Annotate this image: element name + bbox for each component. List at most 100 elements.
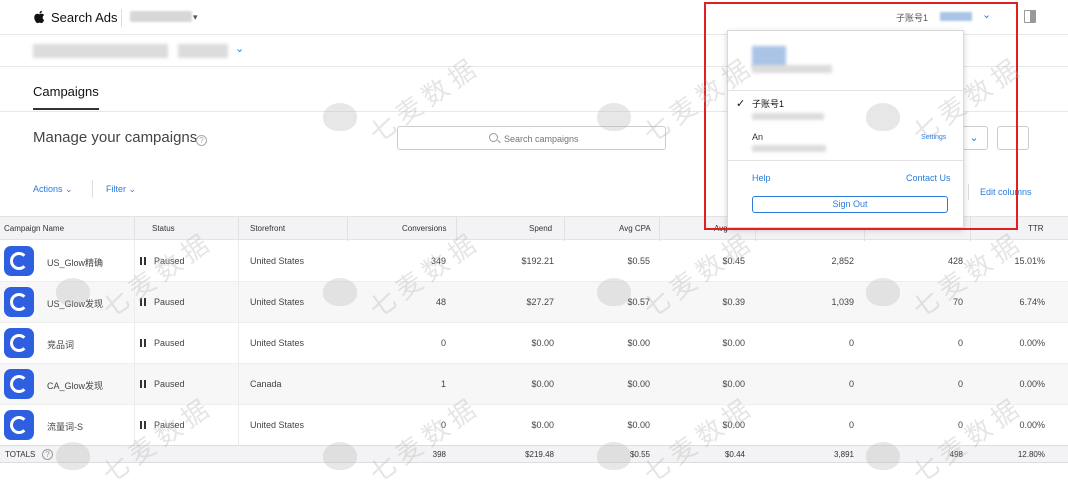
col-conversions[interactable]: Conversions [402,224,446,233]
campaign-storefront: Canada [250,379,282,389]
brand-divider [121,9,122,27]
campaign-storefront: United States [250,297,305,307]
panel-layout-icon[interactable] [1024,10,1036,23]
totals-taps: 498 [949,450,963,459]
col-campaign-name[interactable]: Campaign Name [4,224,64,233]
search-input[interactable] [504,131,654,146]
campaign-conversions: 48 [435,297,446,307]
row-divider [238,323,239,364]
row-divider [134,323,135,364]
campaign-storefront: United States [250,420,305,430]
campaign-name[interactable]: US_Glow精确 [47,256,103,269]
apple-logo-icon [34,10,45,24]
app-icon [4,369,34,399]
column-divider [456,217,457,241]
campaign-storefront: United States [250,338,305,348]
actions-menu[interactable]: Actions ⌄ [33,184,73,195]
campaign-spend: $192.21 [521,256,554,266]
pause-icon[interactable] [140,298,148,306]
totals-help-icon[interactable]: ? [42,449,53,460]
row-divider [134,364,135,405]
campaign-avg-cpa: $0.00 [627,379,650,389]
highlight-box [704,2,1018,230]
campaign-taps: 0 [957,338,963,348]
totals-impressions: 3,891 [833,450,854,459]
col-avg-cpa[interactable]: Avg CPA [619,224,651,233]
org-selector-redacted[interactable] [130,11,192,22]
campaign-taps: 428 [947,256,963,266]
campaign-impressions: 2,852 [831,256,854,266]
app-detail-redacted[interactable] [178,44,228,58]
column-divider [238,217,239,241]
campaign-impressions: 0 [848,379,854,389]
col-storefront[interactable]: Storefront [250,224,285,233]
row-divider [238,405,239,446]
table-row[interactable]: US_Glow精确 Paused United States 349 $192.… [0,241,1068,282]
row-divider [134,241,135,282]
app-chevron-down-icon[interactable]: ⌄ [235,42,244,55]
pause-icon[interactable] [140,380,148,388]
app-icon [4,410,34,440]
campaign-spend: $0.00 [531,420,554,430]
campaign-name[interactable]: CA_Glow发现 [47,379,103,392]
campaign-ttr: 0.00% [1019,379,1045,389]
search-box[interactable] [397,126,666,150]
campaign-conversions: 349 [430,256,446,266]
campaign-name[interactable]: 竞品词 [47,338,74,351]
help-icon[interactable]: ? [196,135,207,146]
campaign-avg-cpt: $0.00 [722,379,745,389]
column-divider [659,217,660,241]
pause-icon[interactable] [140,421,148,429]
campaign-taps: 70 [952,297,963,307]
campaign-impressions: 1,039 [831,297,854,307]
row-divider [238,241,239,282]
filter-menu[interactable]: Filter ⌄ [106,184,136,195]
table-row[interactable]: US_Glow发现 Paused United States 48 $27.27… [0,282,1068,323]
totals-avg-cpt: $0.44 [724,450,745,459]
campaign-status: Paused [154,297,185,307]
totals-avg-cpa: $0.55 [629,450,650,459]
campaign-avg-cpt: $0.45 [722,256,745,266]
search-icon [489,133,498,142]
campaign-avg-cpt: $0.00 [722,338,745,348]
campaign-impressions: 0 [848,338,854,348]
page-title: Manage your campaigns [33,129,198,146]
totals-ttr: 12.80% [1017,450,1045,459]
pause-icon[interactable] [140,257,148,265]
campaign-spend: $0.00 [531,338,554,348]
campaign-conversions: 1 [440,379,446,389]
campaign-impressions: 0 [848,420,854,430]
campaign-ttr: 0.00% [1019,420,1045,430]
table-row[interactable]: 竞品词 Paused United States 0 $0.00 $0.00 $… [0,323,1068,364]
app-icon [4,328,34,358]
col-status[interactable]: Status [152,224,175,233]
column-divider [347,217,348,241]
campaign-avg-cpt: $0.39 [722,297,745,307]
brand-title: Search Ads [51,10,118,25]
column-divider [134,217,135,241]
col-ttr[interactable]: TTR [1028,224,1044,233]
pause-icon[interactable] [140,339,148,347]
totals-conversions: 398 [432,450,446,459]
org-caret-icon[interactable]: ▾ [193,12,198,23]
campaign-conversions: 0 [440,338,446,348]
campaign-name[interactable]: 流量词-S [47,420,83,433]
campaign-taps: 0 [957,379,963,389]
campaign-conversions: 0 [440,420,446,430]
col-spend[interactable]: Spend [529,224,552,233]
table-row[interactable]: 流量词-S Paused United States 0 $0.00 $0.00… [0,405,1068,446]
totals-label: TOTALS [5,450,36,459]
campaign-avg-cpt: $0.00 [722,420,745,430]
table-row[interactable]: CA_Glow发现 Paused Canada 1 $0.00 $0.00 $0… [0,364,1068,405]
campaign-spend: $0.00 [531,379,554,389]
campaign-name[interactable]: US_Glow发现 [47,297,103,310]
campaign-avg-cpa: $0.00 [627,420,650,430]
toolbar-divider [92,180,93,198]
app-name-redacted[interactable] [33,44,168,58]
tab-campaigns[interactable]: Campaigns [33,84,99,110]
campaign-spend: $27.27 [526,297,554,307]
app-icon [4,246,34,276]
totals-spend: $219.48 [525,450,554,459]
campaign-avg-cpa: $0.00 [627,338,650,348]
campaign-status: Paused [154,338,185,348]
